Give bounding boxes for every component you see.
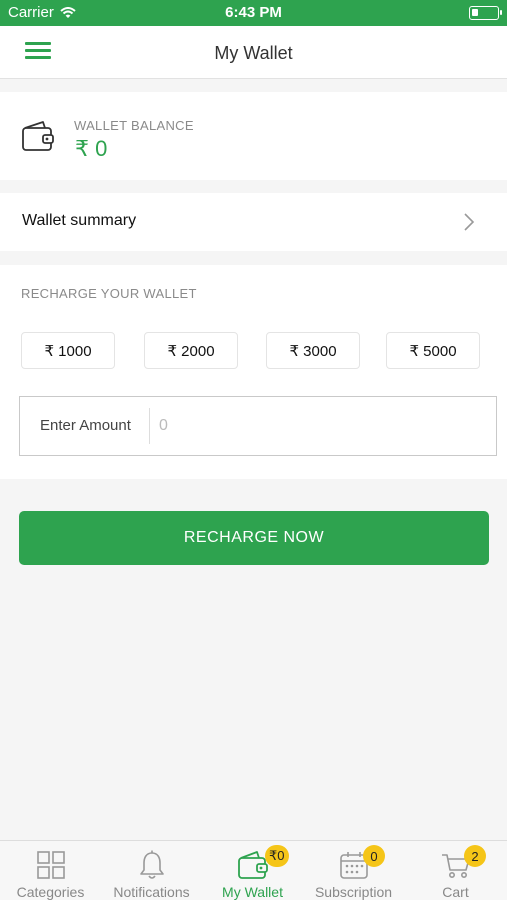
tab-cart[interactable]: 2 Cart	[404, 841, 507, 900]
tab-label: Subscription	[314, 884, 393, 900]
hamburger-menu-icon[interactable]	[25, 42, 51, 62]
input-divider	[149, 408, 150, 444]
wallet-badge: ₹0	[265, 845, 289, 867]
tab-my-wallet[interactable]: ₹0 My Wallet	[202, 841, 303, 900]
wallet-balance-label: WALLET BALANCE	[74, 118, 194, 133]
wallet-balance-card: WALLET BALANCE ₹ 0	[0, 92, 507, 180]
tab-label: My Wallet	[222, 884, 283, 900]
wallet-summary-row[interactable]: Wallet summary	[0, 193, 507, 251]
navigation-bar: My Wallet	[0, 26, 507, 79]
wallet-icon	[237, 851, 268, 879]
enter-amount-field: Enter Amount	[19, 396, 497, 456]
tab-subscription[interactable]: 0 Subscription	[303, 841, 404, 900]
tab-label: Categories	[16, 884, 85, 900]
subscription-badge: 0	[363, 845, 385, 867]
amount-chip-5000[interactable]: ₹ 5000	[386, 332, 480, 369]
enter-amount-label: Enter Amount	[40, 417, 131, 434]
recharge-now-button[interactable]: RECHARGE NOW	[19, 511, 489, 565]
tab-label: Cart	[442, 884, 469, 900]
amount-chip-2000[interactable]: ₹ 2000	[144, 332, 238, 369]
amount-chip-1000[interactable]: ₹ 1000	[21, 332, 115, 369]
amount-chips: ₹ 1000 ₹ 2000 ₹ 3000 ₹ 5000	[0, 332, 507, 369]
wallet-summary-label: Wallet summary	[22, 212, 137, 229]
tab-label: Notifications	[113, 884, 190, 900]
tab-categories[interactable]: Categories	[0, 841, 101, 900]
wallet-balance-amount: ₹ 0	[75, 136, 108, 161]
amount-chip-3000[interactable]: ₹ 3000	[266, 332, 360, 369]
tab-notifications[interactable]: Notifications	[101, 841, 202, 900]
recharge-heading: RECHARGE YOUR WALLET	[21, 286, 197, 301]
page-title: My Wallet	[214, 43, 293, 63]
chevron-right-icon	[464, 213, 475, 231]
bottom-tab-bar: Categories Notifications ₹0 My Wallet 0 …	[0, 840, 507, 900]
grid-icon	[36, 851, 65, 879]
bell-icon	[139, 850, 164, 879]
status-time: 6:43 PM	[225, 4, 282, 21]
cart-badge: 2	[464, 845, 486, 867]
wallet-icon	[22, 121, 54, 151]
battery-icon	[469, 6, 502, 20]
status-bar: Carrier 6:43 PM	[0, 0, 507, 26]
recharge-wallet-section: RECHARGE YOUR WALLET ₹ 1000 ₹ 2000 ₹ 300…	[0, 265, 507, 479]
amount-input[interactable]	[159, 407, 479, 445]
